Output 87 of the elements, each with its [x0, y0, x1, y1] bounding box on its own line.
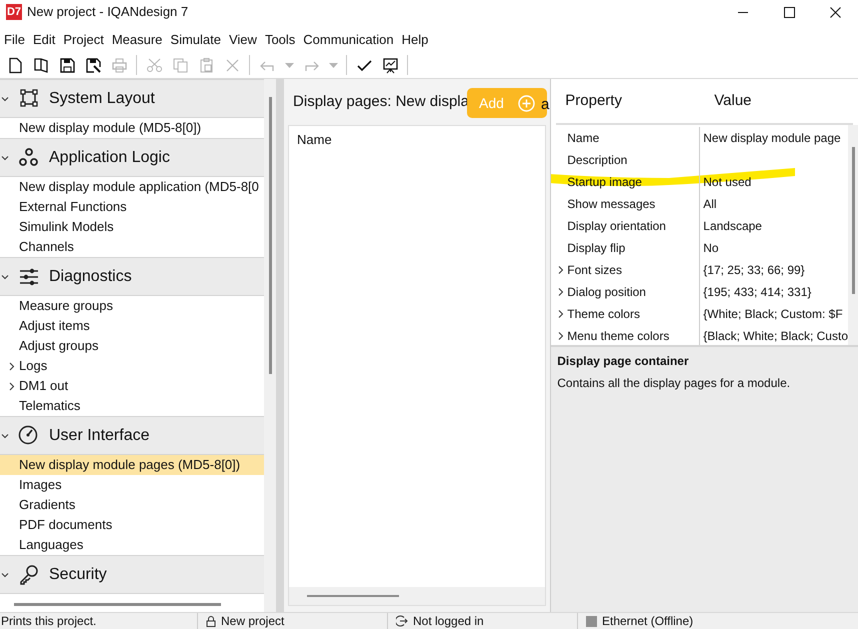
property-name: Font sizes: [567, 262, 622, 279]
key-icon: [18, 564, 40, 586]
chevron-down-icon[interactable]: [1, 154, 9, 162]
chevron-down-icon[interactable]: [1, 570, 9, 578]
property-name: Display orientation: [567, 218, 666, 235]
section-header[interactable]: System Layout: [0, 79, 264, 118]
property-value[interactable]: Landscape: [703, 217, 762, 235]
property-name: Description: [567, 152, 628, 169]
plus-circle-icon: [518, 94, 535, 112]
menu-item[interactable]: Project: [59, 30, 108, 49]
description-title: Display page container: [557, 353, 690, 370]
scissors-icon: [146, 56, 162, 74]
tree-item[interactable]: New display module pages (MD5-8[0]): [0, 455, 264, 475]
property-value[interactable]: {195; 433; 414; 331}: [703, 283, 812, 301]
chevron-right-icon[interactable]: [558, 331, 564, 341]
menu-item[interactable]: Measure: [108, 30, 166, 49]
chevron-right-icon[interactable]: [558, 287, 564, 297]
logout-icon: [396, 615, 408, 627]
close-icon: [830, 6, 840, 18]
section-header[interactable]: Security: [0, 555, 264, 594]
gauge-icon: [18, 424, 40, 446]
property-row[interactable]: Display flip No: [551, 237, 848, 259]
scrollbar-thumb[interactable]: [852, 147, 854, 294]
caret-icon: [328, 62, 338, 68]
property-value[interactable]: New display module page: [703, 129, 841, 147]
menu-item[interactable]: View: [224, 30, 261, 49]
save-as-icon: [84, 56, 102, 74]
property-name: Name: [567, 130, 600, 147]
property-row[interactable]: Font sizes {17; 25; 33; 66; 99}: [551, 259, 848, 281]
status-text: Prints this project.: [0, 613, 96, 629]
property-row[interactable]: Name New display module page: [551, 127, 848, 149]
chevron-down-icon[interactable]: [1, 94, 9, 102]
property-value[interactable]: {17; 25; 33; 66; 99}: [703, 261, 805, 279]
status-square-icon: [586, 616, 597, 626]
property-value[interactable]: All: [703, 195, 717, 213]
property-row[interactable]: Theme colors {White; Black; Custom: $F: [551, 303, 848, 325]
property-name: Theme colors: [567, 306, 640, 323]
chevron-right-icon[interactable]: [558, 309, 564, 319]
menu-item[interactable]: Edit: [28, 30, 60, 49]
column-header[interactable]: Property: [565, 90, 714, 112]
column-header[interactable]: Name: [297, 130, 332, 150]
section-header[interactable]: Application Logic: [0, 138, 264, 177]
folder-icon: [32, 56, 50, 74]
window-title: New project - IQANdesign 7: [27, 3, 188, 22]
chevron-down-icon[interactable]: [1, 272, 9, 280]
menu-item[interactable]: File: [0, 30, 29, 49]
property-row[interactable]: Show messages All: [551, 193, 848, 215]
page-icon: [6, 56, 24, 74]
scrollbar-thumb[interactable]: [307, 595, 400, 597]
section-header[interactable]: User Interface: [0, 416, 264, 455]
description-text: Contains all the display pages for a module.: [557, 375, 792, 392]
lock-icon: [206, 615, 216, 627]
app-logo-icon: D7: [6, 4, 22, 20]
nodes-icon: [18, 88, 40, 110]
chevron-down-icon[interactable]: [1, 432, 9, 440]
maximize-icon: [784, 6, 794, 18]
menu-item[interactable]: Help: [398, 30, 432, 49]
status-text: Ethernet (Offline): [602, 613, 694, 629]
cross-icon: [224, 56, 240, 74]
gears-icon: [18, 146, 40, 168]
property-value[interactable]: {Black; White; Black; Custo: [703, 327, 848, 345]
status-text: New project: [221, 613, 284, 629]
clipboard-icon: [198, 56, 214, 74]
menu-item[interactable]: Simulate: [166, 30, 225, 49]
status-text: Not logged in: [413, 613, 484, 629]
section-header[interactable]: Diagnostics: [0, 257, 264, 296]
property-name: Show messages: [567, 196, 656, 213]
property-name: Dialog position: [567, 284, 646, 301]
chevron-right-icon[interactable]: [558, 265, 564, 275]
property-name: Startup image: [567, 174, 642, 191]
menu-item[interactable]: Tools: [260, 30, 300, 49]
save-icon: [58, 56, 76, 74]
scrollbar-thumb[interactable]: [14, 602, 221, 606]
property-value[interactable]: No: [703, 239, 719, 257]
menu-item[interactable]: Communication: [299, 30, 398, 49]
presentation-icon: [382, 56, 398, 74]
property-row[interactable]: Description: [551, 149, 848, 171]
property-name: Display flip: [567, 240, 626, 257]
caret-icon: [284, 62, 294, 68]
property-row[interactable]: Display orientation Landscape: [551, 215, 848, 237]
property-name: Menu theme colors: [567, 328, 670, 345]
property-row[interactable]: Dialog position {195; 433; 414; 331}: [551, 281, 848, 303]
column-header[interactable]: Value: [714, 90, 752, 112]
scrollbar-thumb[interactable]: [268, 97, 272, 374]
copy-icon: [172, 56, 188, 74]
printer-icon: [110, 56, 128, 74]
property-value[interactable]: {White; Black; Custom: $F: [703, 305, 843, 323]
